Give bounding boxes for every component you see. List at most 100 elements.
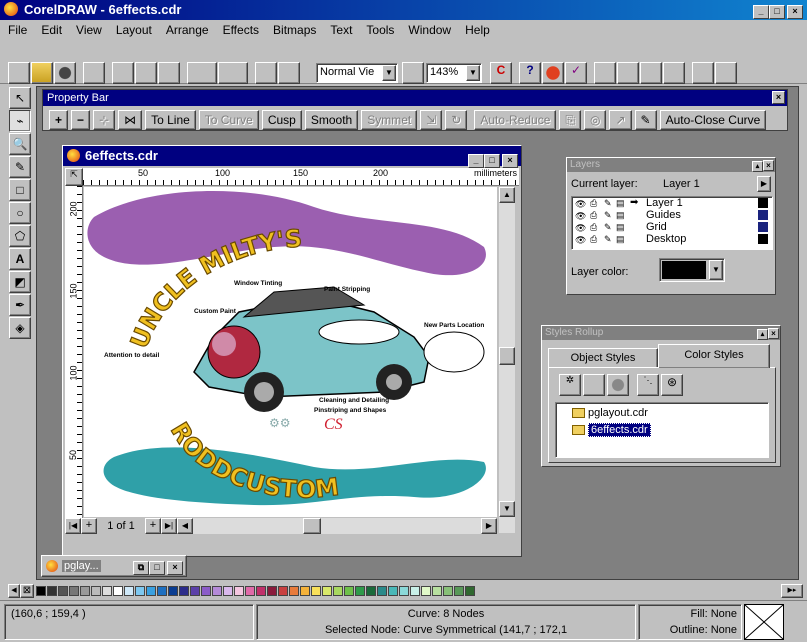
tab-object-styles[interactable]: Object Styles (548, 348, 658, 368)
printer-icon[interactable]: ⎙ (590, 209, 597, 221)
palette-swatch[interactable] (146, 586, 156, 596)
to-line-button[interactable]: To Line (145, 110, 196, 130)
menu-help[interactable]: Help (465, 23, 490, 37)
horizontal-scrollbar[interactable] (193, 518, 481, 534)
palette-swatch[interactable] (300, 586, 310, 596)
chevron-down-icon[interactable]: ▼ (466, 65, 480, 81)
application-launcher-icon[interactable] (594, 62, 616, 84)
palette-swatch[interactable] (245, 586, 255, 596)
palette-swatch[interactable] (311, 586, 321, 596)
layer-list[interactable]: 👁 ⎙ ✎ ▤ ➡ Layer 1 👁 ⎙ ✎ ▤ Guides 👁 ⎙ ✎ ▤ Grid 👁 ⎙ ✎ ▤ Deskto… (571, 196, 773, 250)
menu-file[interactable]: File (8, 23, 27, 37)
palette-swatch[interactable] (179, 586, 189, 596)
close-icon[interactable]: × (772, 91, 785, 104)
checkmark-icon[interactable]: ✓ (565, 62, 587, 84)
menu-effects[interactable]: Effects (223, 23, 259, 37)
layer-row[interactable]: 👁 ⎙ ✎ ▤ Grid (572, 221, 772, 233)
align-nodes-button[interactable]: ↗ (609, 110, 632, 130)
cut-icon[interactable] (112, 62, 134, 84)
pen-icon[interactable]: ✎ (634, 110, 657, 130)
palette-swatch[interactable] (267, 586, 277, 596)
palette-swatch[interactable] (36, 586, 46, 596)
menu-arrange[interactable]: Arrange (166, 23, 209, 37)
palette-swatch[interactable] (234, 586, 244, 596)
palette-swatch[interactable] (333, 586, 343, 596)
palette-swatch[interactable] (190, 586, 200, 596)
layer-color-select[interactable]: ▼ (659, 258, 725, 282)
to-curve-button[interactable]: To Curve (198, 110, 259, 130)
close-icon[interactable]: × (768, 328, 779, 339)
palette-swatch[interactable] (157, 586, 167, 596)
print-icon[interactable] (83, 62, 105, 84)
chevron-down-icon[interactable]: ▼ (382, 65, 396, 81)
menu-tools[interactable]: Tools (366, 23, 394, 37)
undo-icon[interactable] (187, 62, 217, 84)
auto-create-icon[interactable]: ⊛ (661, 374, 683, 396)
auto-close-curve-button[interactable]: Auto-Close Curve (659, 110, 767, 130)
vertical-scroll-thumb[interactable] (499, 347, 515, 365)
maximize-button[interactable]: □ (149, 561, 165, 575)
save-icon[interactable] (54, 62, 76, 84)
styles-title-bar[interactable]: Styles Rollup ▴ × (542, 326, 780, 340)
symmetrical-button[interactable]: Symmet (361, 110, 418, 130)
first-page-icon[interactable]: |◀ (65, 518, 81, 534)
join-nodes-button[interactable]: ⊹ (93, 110, 116, 130)
minimize-button[interactable]: _ (753, 5, 769, 19)
maximize-button[interactable]: □ (484, 154, 500, 168)
master-layer-icon[interactable]: ▤ (616, 209, 625, 221)
vertical-ruler[interactable]: 200 150 100 50 (65, 186, 83, 518)
palette-swatch[interactable] (102, 586, 112, 596)
master-layer-icon[interactable]: ▤ (616, 233, 625, 245)
color-style-file-list[interactable]: pglayout.cdr 6effects.cdr (555, 402, 769, 458)
palette-swatch[interactable] (399, 586, 409, 596)
pencil-icon[interactable]: ✎ (604, 221, 612, 233)
polygon-tool-icon[interactable]: ⬠ (9, 225, 31, 247)
printer-icon[interactable]: ⎙ (590, 233, 597, 245)
printer-icon[interactable]: ⎙ (590, 197, 597, 209)
help-icon[interactable]: ? (519, 62, 541, 84)
palette-swatch[interactable] (91, 586, 101, 596)
previous-page-icon[interactable]: + (81, 518, 97, 534)
smooth-button[interactable]: Smooth (304, 110, 359, 130)
close-icon[interactable]: × (763, 160, 774, 171)
new-color-style-icon[interactable]: ✲ (559, 374, 581, 396)
palette-swatch[interactable] (223, 586, 233, 596)
add-node-button[interactable]: + (49, 110, 69, 130)
pencil-icon[interactable]: ✎ (604, 197, 612, 209)
zoom-tool-icon[interactable]: 🔍 (9, 133, 31, 155)
object-manager-icon[interactable] (692, 62, 714, 84)
ruler-origin-icon[interactable]: ⇱ (65, 168, 83, 186)
scroll-left-icon[interactable]: ◀ (177, 518, 193, 534)
cusp-button[interactable]: Cusp (261, 110, 302, 130)
menu-layout[interactable]: Layout (116, 23, 152, 37)
visible-eye-icon[interactable]: 👁 (575, 234, 586, 246)
scroll-right-icon[interactable]: ▶ (481, 518, 497, 534)
redo-icon[interactable] (218, 62, 248, 84)
ellipse-tool-icon[interactable]: ○ (9, 202, 31, 224)
palette-swatch[interactable] (69, 586, 79, 596)
palette-swatch[interactable] (377, 586, 387, 596)
auto-reduce-button[interactable]: Auto-Reduce (474, 110, 557, 130)
scroll-up-icon[interactable]: ▲ (499, 187, 515, 203)
corel-tutor-icon[interactable] (542, 62, 564, 84)
palette-swatch[interactable] (344, 586, 354, 596)
color-circle-icon[interactable] (607, 374, 629, 396)
minimize-button[interactable]: _ (468, 154, 484, 168)
export-icon[interactable] (278, 62, 300, 84)
text-tool-icon[interactable]: A (9, 248, 31, 270)
pencil-icon[interactable]: ✎ (604, 233, 612, 245)
extract-subpath-button[interactable]: ⎘ (559, 110, 581, 130)
layers-title-bar[interactable]: Layers ▴ × (567, 158, 775, 172)
palette-swatch[interactable] (322, 586, 332, 596)
paste-icon[interactable] (158, 62, 180, 84)
palette-swatch[interactable] (47, 586, 57, 596)
horizontal-scroll-thumb[interactable] (303, 518, 321, 534)
horizontal-ruler[interactable]: 50 100 150 200 millimeters (83, 168, 519, 186)
palette-swatch[interactable] (80, 586, 90, 596)
layer-menu-arrow-icon[interactable]: ▶ (757, 176, 771, 192)
zoom-tool-icon[interactable] (402, 62, 424, 84)
palette-swatch[interactable] (201, 586, 211, 596)
scroll-down-icon[interactable]: ▼ (499, 501, 515, 517)
chevron-down-icon[interactable]: ▼ (709, 260, 723, 280)
palette-swatch[interactable] (366, 586, 376, 596)
